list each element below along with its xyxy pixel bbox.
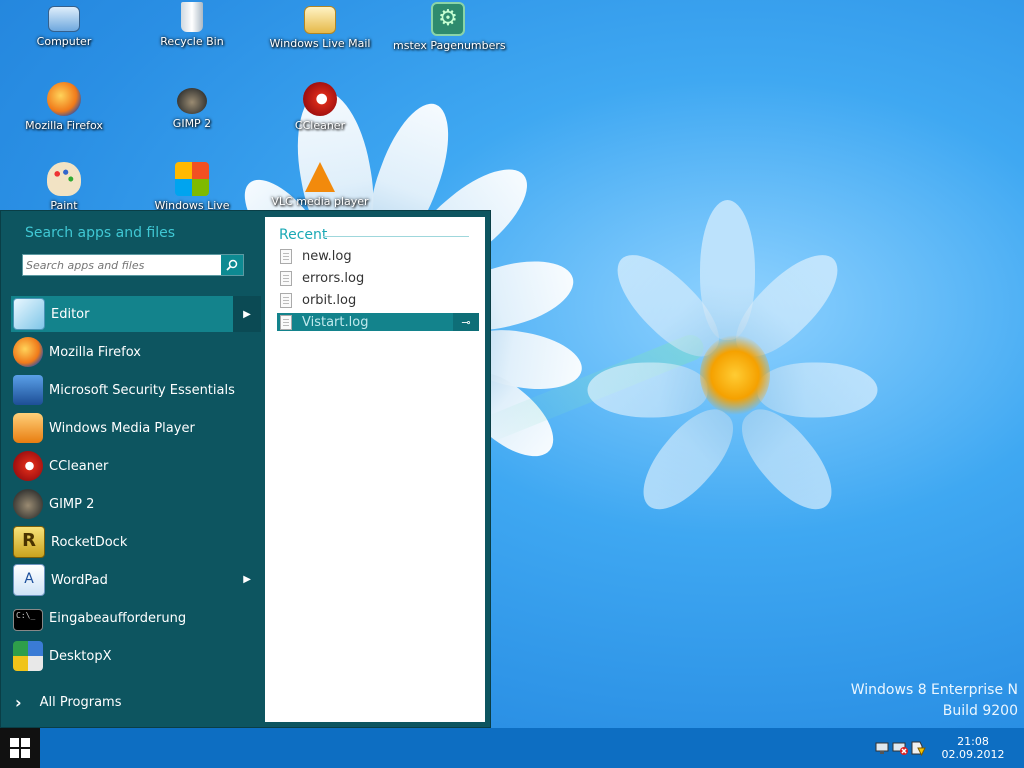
desktop-icon-label: CCleaner: [294, 119, 346, 132]
recent-title: Recent: [279, 227, 328, 243]
desktop-icon-paint[interactable]: Paint: [9, 162, 119, 212]
desktop-icon-windows-live[interactable]: Windows Live: [137, 162, 247, 212]
gear-icon: ⚙: [431, 2, 465, 36]
desktop-icon-windows-live-mail[interactable]: Windows Live Mail: [265, 2, 375, 50]
recent-item-selected[interactable]: Vistart.log ⊸: [277, 313, 479, 331]
start-button[interactable]: [0, 728, 40, 768]
action-center-warning-icon[interactable]: [910, 740, 926, 757]
search-button[interactable]: [221, 255, 243, 275]
ccleaner-icon: [303, 82, 337, 116]
file-icon: [280, 270, 292, 286]
recent-item-label: Vistart.log: [302, 314, 369, 330]
clock[interactable]: 21:08 02.09.2012: [938, 735, 1008, 761]
network-icon[interactable]: [874, 740, 890, 756]
program-label: Mozilla Firefox: [49, 344, 141, 360]
os-build: Build 9200: [942, 703, 1018, 719]
program-label: GIMP 2: [49, 496, 95, 512]
recent-divider: [323, 236, 469, 237]
desktop-icon-gimp[interactable]: GIMP 2: [137, 82, 247, 130]
media-player-icon: [13, 413, 43, 443]
desktop-icon-label: Windows Live Mail: [269, 37, 371, 50]
desktopx-icon: [13, 641, 43, 671]
desktop-icon-label: Mozilla Firefox: [25, 119, 103, 132]
recent-item[interactable]: errors.log: [277, 269, 479, 287]
all-programs-label: All Programs: [39, 695, 122, 710]
desktop-icon-label: Computer: [36, 35, 92, 48]
program-label: Eingabeaufforderung: [49, 610, 187, 626]
rocketdock-icon: R: [13, 526, 45, 558]
program-item-gimp[interactable]: GIMP 2: [11, 486, 261, 522]
program-label: RocketDock: [51, 534, 128, 550]
submenu-arrow-icon[interactable]: ▶: [233, 296, 261, 332]
firefox-icon: [47, 82, 81, 116]
desktop-icon-label: VLC media player: [271, 195, 369, 208]
start-menu-programs-pane: Search apps and files Editor ▶ Mozilla F…: [1, 211, 263, 727]
program-item-wordpad[interactable]: A WordPad ▶: [11, 562, 261, 598]
search-icon: [226, 259, 238, 271]
desktop-icon-label: GIMP 2: [172, 117, 212, 130]
desktop-icon-mstex-pagenumbers[interactable]: ⚙ mstex Pagenumbers: [393, 2, 506, 52]
os-watermark: Windows 8 Enterprise N Build 9200: [851, 680, 1018, 722]
ccleaner-icon: [13, 451, 43, 481]
notepad-icon: [13, 298, 45, 330]
security-essentials-icon: [13, 375, 43, 405]
os-edition: Windows 8 Enterprise N: [850, 682, 1018, 698]
pin-icon[interactable]: ⊸: [453, 313, 479, 331]
wordpad-icon: A: [13, 564, 45, 596]
vlc-cone-icon: [305, 162, 335, 192]
file-icon: [280, 248, 292, 264]
search-input[interactable]: [23, 255, 225, 275]
windows-live-icon: [175, 162, 209, 196]
desktop-icon-firefox[interactable]: Mozilla Firefox: [9, 82, 119, 132]
start-menu: Search apps and files Editor ▶ Mozilla F…: [0, 210, 491, 728]
firefox-icon: [13, 337, 43, 367]
desktop-icon-label: mstex Pagenumbers: [393, 39, 506, 52]
desktop-icon-label: Recycle Bin: [160, 35, 224, 48]
mail-icon: [304, 6, 336, 34]
recycle-bin-icon: [181, 2, 203, 32]
submenu-arrow-icon[interactable]: ▶: [243, 574, 251, 585]
program-label: DesktopX: [49, 648, 112, 664]
recent-item[interactable]: orbit.log: [277, 291, 479, 309]
program-label: Microsoft Security Essentials: [49, 382, 235, 398]
system-tray: [874, 740, 926, 757]
paint-icon: [47, 162, 81, 196]
network-error-icon[interactable]: [892, 740, 908, 756]
program-item-rocketdock[interactable]: R RocketDock: [11, 524, 261, 560]
clock-time: 21:08: [957, 735, 989, 748]
computer-icon: [48, 6, 80, 32]
windows-logo-icon: [10, 738, 30, 758]
recent-item-label: orbit.log: [302, 292, 357, 308]
desktop-icon-computer[interactable]: Computer: [9, 2, 119, 48]
program-label: CCleaner: [49, 458, 109, 474]
clock-date: 02.09.2012: [941, 748, 1005, 761]
program-item-desktopx[interactable]: DesktopX: [11, 638, 261, 674]
program-label: Windows Media Player: [49, 420, 195, 436]
desktop-icon-vlc[interactable]: VLC media player: [265, 162, 375, 208]
program-label: WordPad: [51, 572, 108, 588]
desktop-icon-ccleaner[interactable]: CCleaner: [265, 82, 375, 132]
program-item-security-essentials[interactable]: Microsoft Security Essentials: [11, 372, 261, 408]
recent-pane: Recent new.log errors.log orbit.log Vist…: [265, 217, 485, 722]
program-item-command-prompt[interactable]: C:\_ Eingabeaufforderung: [11, 600, 261, 636]
taskbar: 21:08 02.09.2012: [0, 728, 1024, 768]
chevron-right-icon: ›: [15, 693, 22, 712]
program-item-ccleaner[interactable]: CCleaner: [11, 448, 261, 484]
recent-item-label: errors.log: [302, 270, 365, 286]
search-title: Search apps and files: [25, 225, 176, 241]
all-programs-button[interactable]: › All Programs: [13, 693, 121, 712]
program-item-firefox[interactable]: Mozilla Firefox: [11, 334, 261, 370]
program-label: Editor: [51, 306, 90, 322]
command-prompt-icon: C:\_: [13, 609, 43, 631]
program-item-editor[interactable]: Editor ▶: [11, 296, 261, 332]
desktop-icon-recycle-bin[interactable]: Recycle Bin: [137, 2, 247, 48]
file-icon: [280, 314, 292, 330]
gimp-icon: [13, 489, 43, 519]
gimp-icon: [177, 88, 207, 114]
file-icon: [280, 292, 292, 308]
recent-item[interactable]: new.log: [277, 247, 479, 265]
recent-item-label: new.log: [302, 248, 352, 264]
program-item-media-player[interactable]: Windows Media Player: [11, 410, 261, 446]
search-box: [22, 254, 244, 276]
